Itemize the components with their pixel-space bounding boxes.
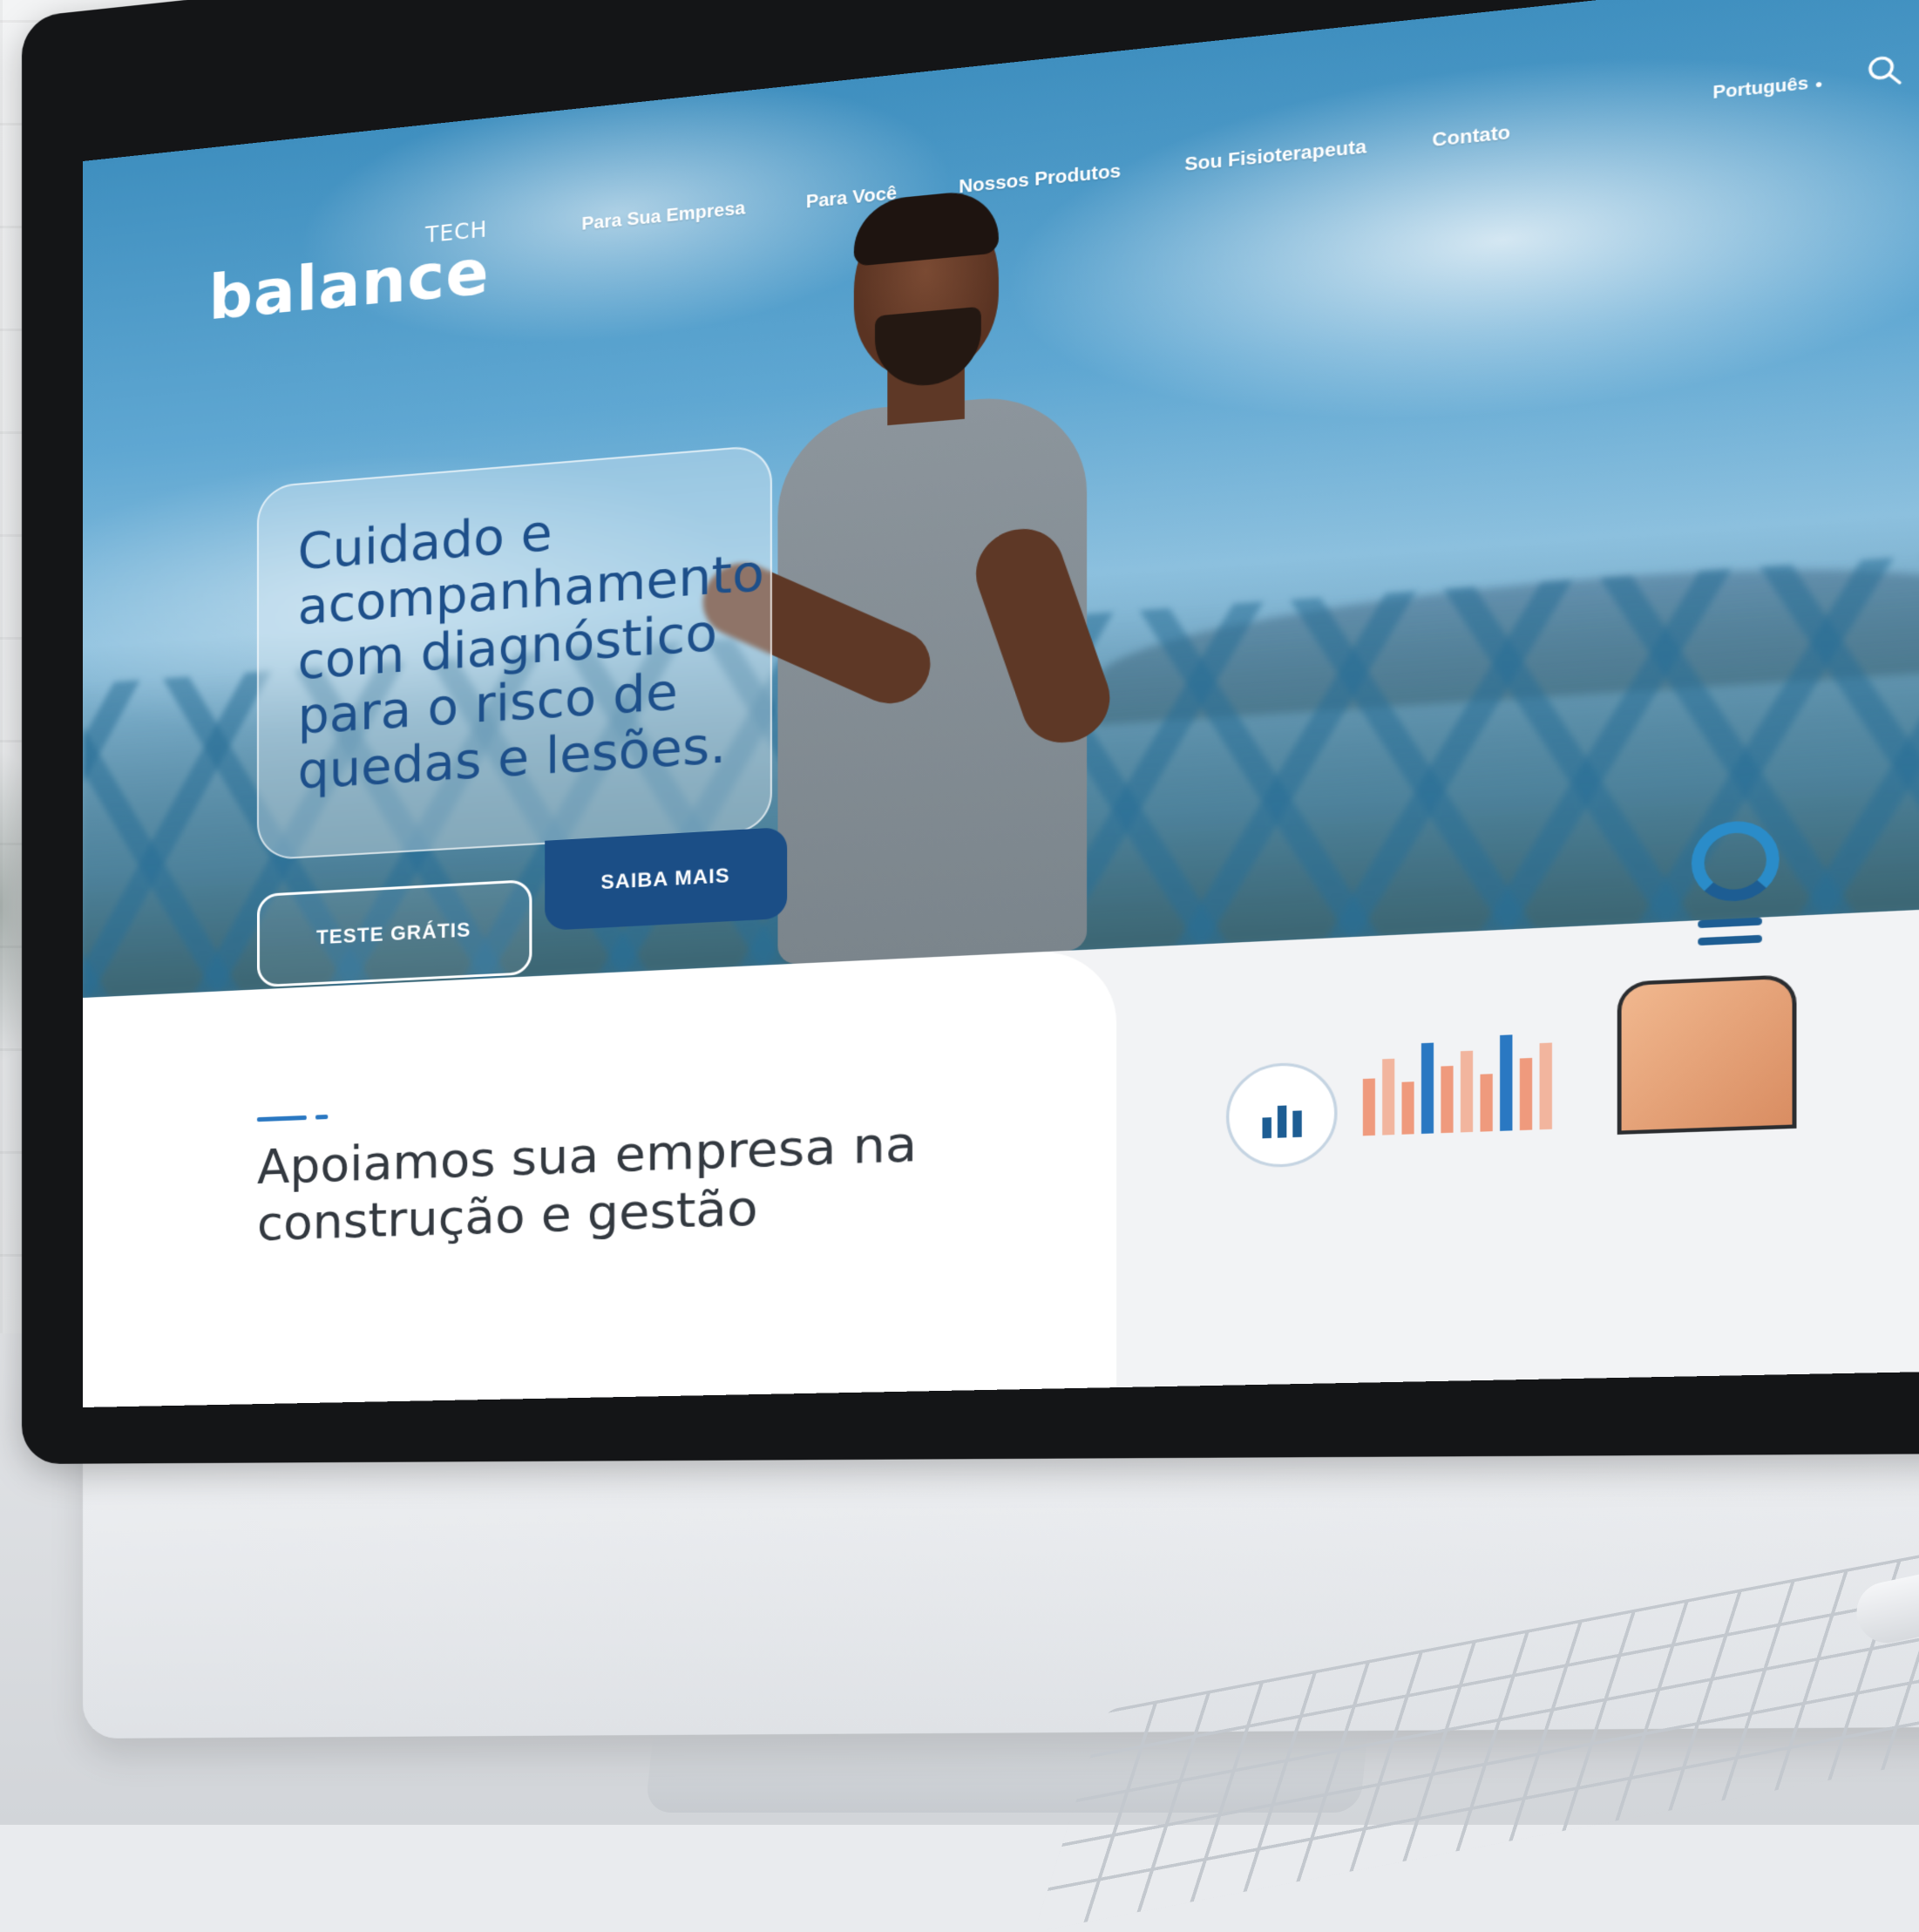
monitor-screen: TECH balance Para Sua Empresa Para Você … [83,0,1919,1407]
illustration-phone [1617,973,1797,1135]
saiba-mais-button[interactable]: SAIBA MAIS [545,826,788,931]
illustration-bars [1362,1012,1612,1136]
accent-line-short [315,1115,329,1120]
search-icon [1866,52,1903,90]
teste-gratis-button[interactable]: TESTE GRÁTIS [256,878,532,988]
chevron-down-icon: ● [1814,77,1823,92]
equals-icon [1698,917,1762,956]
search-button[interactable] [1866,52,1903,90]
hero-text-card: Cuidado e acompanhamento com diagnóstico… [256,444,772,861]
hero-title: Cuidado e acompanhamento com diagnóstico… [297,503,765,802]
